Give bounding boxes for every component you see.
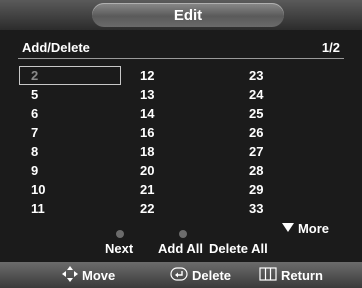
- delete-all-button[interactable]: Delete All: [209, 241, 268, 256]
- channel-item[interactable]: 18: [140, 145, 154, 158]
- channel-item[interactable]: 6: [31, 107, 38, 120]
- channel-item[interactable]: 7: [31, 126, 38, 139]
- channel-item[interactable]: 21: [140, 183, 154, 196]
- channel-item[interactable]: 12: [140, 69, 154, 82]
- channel-item[interactable]: 10: [31, 183, 45, 196]
- page-indicator: 1/2: [321, 40, 340, 55]
- channel-item[interactable]: 20: [140, 164, 154, 177]
- footer-move-label: Move: [82, 268, 116, 283]
- channel-item[interactable]: 16: [140, 126, 154, 139]
- channel-item[interactable]: 27: [249, 145, 263, 158]
- channel-item[interactable]: 8: [31, 145, 38, 158]
- channel-item[interactable]: 13: [140, 88, 154, 101]
- channel-item[interactable]: 11: [31, 202, 45, 215]
- add-all-indicator-dot: [179, 230, 187, 238]
- next-button[interactable]: Next: [105, 241, 133, 256]
- move-arrows-icon: [62, 266, 78, 282]
- channel-item[interactable]: 9: [31, 164, 38, 177]
- channel-item[interactable]: 26: [249, 126, 263, 139]
- channel-item[interactable]: 33: [249, 202, 263, 215]
- channel-item[interactable]: 5: [31, 88, 38, 101]
- channel-item[interactable]: 2: [31, 69, 38, 82]
- page-title: Edit: [173, 7, 203, 24]
- add-all-button[interactable]: Add All: [158, 241, 203, 256]
- menu-icon: [259, 267, 277, 281]
- edit-screen: Edit Add/Delete 1/2 2 5 6 7 8 9 10 11 12…: [0, 0, 362, 288]
- divider: [18, 58, 344, 59]
- channel-item[interactable]: 25: [249, 107, 263, 120]
- section-title: Add/Delete: [22, 40, 90, 55]
- triangle-down-icon: [281, 223, 294, 232]
- channel-item[interactable]: 24: [249, 88, 263, 101]
- footer-return-label: Return: [281, 268, 323, 283]
- section-header: Add/Delete 1/2: [0, 32, 362, 58]
- next-indicator-dot: [116, 230, 124, 238]
- channel-item[interactable]: 23: [249, 69, 263, 82]
- channel-item[interactable]: 29: [249, 183, 263, 196]
- enter-icon: [170, 267, 188, 281]
- footer-delete-label: Delete: [192, 268, 232, 283]
- more-label: More: [297, 221, 329, 236]
- channel-item[interactable]: 14: [140, 107, 154, 120]
- channel-item[interactable]: 28: [249, 164, 263, 177]
- more-button[interactable]: More: [281, 221, 329, 236]
- channel-item[interactable]: 22: [140, 202, 154, 215]
